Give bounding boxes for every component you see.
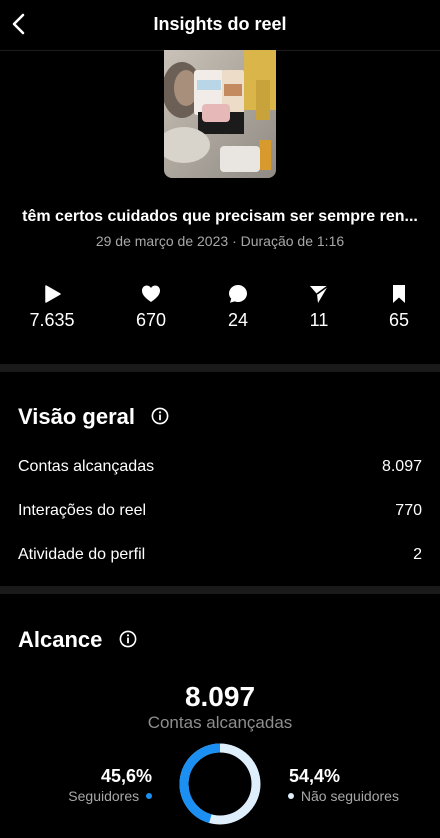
share-icon <box>310 285 329 303</box>
heart-icon <box>142 285 160 302</box>
info-icon[interactable] <box>119 630 137 648</box>
non-followers-legend: Não seguidores <box>288 788 399 804</box>
overview-row-reel-interactions[interactable]: Interações do reel 770 <box>18 502 422 520</box>
reel-date: 29 de março de 2023 <box>95 233 229 249</box>
play-icon <box>45 285 61 303</box>
non-followers-dot <box>288 793 294 800</box>
row-value: 8.097 <box>381 458 422 475</box>
page-title: Insights do reel <box>153 14 287 34</box>
stat-likes: 670 <box>116 283 186 331</box>
reach-donut-chart <box>179 743 261 825</box>
overview-section-title: Visão geral <box>18 404 169 430</box>
stat-value: 11 <box>309 310 329 330</box>
section-divider <box>0 586 440 594</box>
reel-caption: têm certos cuidados que precisam ser sem… <box>22 208 418 225</box>
comment-icon <box>229 285 247 303</box>
stat-saves: 65 <box>364 283 434 331</box>
row-label: Atividade do perfil <box>18 546 146 563</box>
stat-value: 7.635 <box>29 310 75 330</box>
header: Insights do reel <box>0 0 440 51</box>
reach-section-title: Alcance <box>18 627 137 653</box>
stat-value: 65 <box>388 310 410 330</box>
bookmark-icon <box>393 285 405 303</box>
info-icon[interactable] <box>151 407 169 425</box>
followers-label: Seguidores <box>68 788 140 804</box>
reel-stats: 7.635 670 24 11 65 <box>0 283 440 333</box>
reach-total-label: Contas alcançadas <box>147 713 293 732</box>
row-value: 2 <box>413 546 422 563</box>
stat-shares: 11 <box>284 283 354 331</box>
reach-title: Alcance <box>18 627 103 652</box>
row-label: Interações do reel <box>18 502 147 519</box>
followers-dot <box>146 793 152 800</box>
reel-thumbnail[interactable] <box>164 50 276 178</box>
stat-value: 24 <box>227 310 249 330</box>
reel-duration: Duração de 1:16 <box>240 233 345 249</box>
followers-legend: Seguidores <box>68 788 152 804</box>
stat-comments: 24 <box>203 283 273 331</box>
row-value: 770 <box>395 502 422 519</box>
overview-row-profile-activity[interactable]: Atividade do perfil 2 <box>18 546 422 564</box>
reel-meta: 29 de março de 2023 · Duração de 1:16 <box>0 233 440 249</box>
row-label: Contas alcançadas <box>18 458 155 475</box>
followers-percent: 45,6% <box>100 766 152 786</box>
stat-plays: 7.635 <box>17 283 87 331</box>
overview-row-accounts-reached[interactable]: Contas alcançadas 8.097 <box>18 458 422 476</box>
overview-title: Visão geral <box>18 404 135 429</box>
non-followers-label: Não seguidores <box>300 788 399 804</box>
meta-separator: · <box>232 233 237 249</box>
section-divider <box>0 364 440 372</box>
reel-thumbnail-image <box>164 50 276 178</box>
stat-value: 670 <box>135 310 167 330</box>
non-followers-percent: 54,4% <box>289 766 341 786</box>
reach-total: 8.097 <box>184 681 256 712</box>
